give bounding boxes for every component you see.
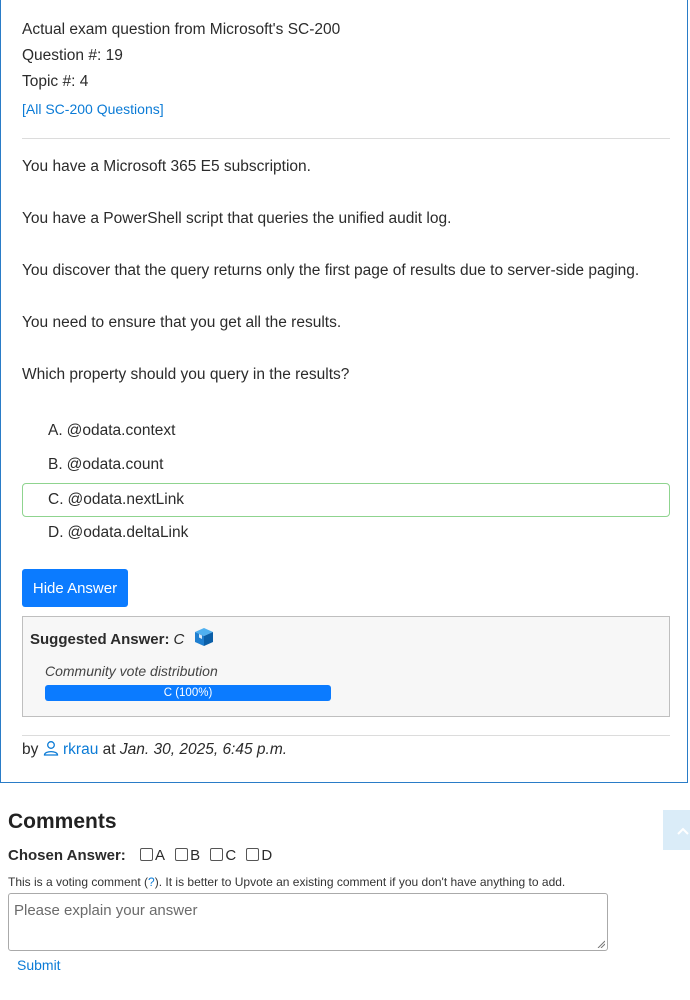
- comment-textarea[interactable]: Please explain your answer: [8, 893, 608, 951]
- suggested-answer: Suggested Answer: C: [30, 627, 214, 651]
- footer-divider: [22, 735, 670, 736]
- cube-icon[interactable]: [194, 627, 214, 651]
- voting-help-link[interactable]: ?: [148, 875, 155, 889]
- choice-letter: A.: [48, 422, 63, 439]
- hide-answer-button[interactable]: Hide Answer: [22, 569, 128, 607]
- choice-text: @odata.deltaLink: [67, 524, 189, 541]
- choice-d[interactable]: D. @odata.deltaLink: [22, 516, 670, 550]
- vote-distribution-bar: C (100%): [45, 685, 331, 701]
- author-username-link[interactable]: rkrau: [63, 741, 98, 758]
- post-date: Jan. 30, 2025, 6:45 p.m.: [119, 741, 288, 758]
- choice-text: @odata.count: [66, 456, 164, 473]
- chosen-answer-row: Chosen Answer: A B C D: [8, 847, 276, 864]
- option-label: B: [190, 847, 201, 864]
- chevron-up-icon: [677, 827, 689, 835]
- checkbox-b[interactable]: [175, 848, 189, 861]
- all-questions-link[interactable]: [All SC-200 Questions]: [22, 99, 164, 119]
- choice-letter: C.: [48, 491, 64, 508]
- question-paragraph: You have a PowerShell script that querie…: [22, 210, 452, 227]
- note-text: This is a voting comment (: [8, 875, 149, 889]
- user-icon[interactable]: [43, 741, 63, 758]
- vote-distribution-title: Community vote distribution: [45, 663, 218, 679]
- by-text: by: [22, 741, 39, 758]
- chosen-option-c[interactable]: C: [208, 847, 236, 864]
- author-line: by rkrau at Jan. 30, 2025, 6:45 p.m.: [22, 740, 287, 760]
- choice-text: @odata.context: [66, 422, 176, 439]
- suggested-answer-value: C: [173, 631, 185, 648]
- topic-number: Topic #: 4: [22, 73, 89, 90]
- choice-a[interactable]: A. @odata.context: [22, 414, 670, 448]
- suggested-answer-label: Suggested Answer:: [30, 631, 170, 648]
- checkbox-d[interactable]: [246, 848, 260, 861]
- voting-note: This is a voting comment (?). It is bett…: [8, 875, 565, 889]
- choice-text: @odata.nextLink: [67, 491, 185, 508]
- question-paragraph: You need to ensure that you get all the …: [22, 314, 342, 331]
- header-divider: [22, 138, 670, 139]
- choice-letter: B.: [48, 456, 63, 473]
- question-paragraph: You discover that the query returns only…: [22, 262, 640, 279]
- suggested-answer-box: Suggested Answer: C Community vote distri…: [22, 616, 670, 717]
- scroll-to-top-button[interactable]: [663, 810, 690, 850]
- chosen-option-a[interactable]: A: [138, 847, 165, 864]
- at-text: at: [102, 741, 116, 758]
- chosen-option-d[interactable]: D: [244, 847, 272, 864]
- vote-bar-fill: C (100%): [45, 685, 331, 701]
- option-label: C: [225, 847, 237, 864]
- comments-heading: Comments: [8, 810, 117, 833]
- comment-placeholder: Please explain your answer: [14, 902, 198, 919]
- option-label: A: [154, 847, 165, 864]
- resize-handle-icon[interactable]: [597, 940, 605, 948]
- question-paragraph: You have a Microsoft 365 E5 subscription…: [22, 158, 311, 175]
- checkbox-c[interactable]: [210, 848, 224, 861]
- submit-button[interactable]: Submit: [17, 957, 61, 973]
- chosen-option-b[interactable]: B: [173, 847, 200, 864]
- option-label: D: [261, 847, 273, 864]
- note-text: ). It is better to Upvote an existing co…: [154, 875, 566, 889]
- question-number: Question #: 19: [22, 47, 123, 64]
- question-card: Actual exam question from Microsoft's SC…: [0, 0, 688, 783]
- checkbox-a[interactable]: [139, 848, 153, 861]
- choice-c-correct[interactable]: C. @odata.nextLink: [22, 483, 670, 517]
- choice-letter: D.: [48, 524, 64, 541]
- choice-b[interactable]: B. @odata.count: [22, 448, 670, 482]
- chosen-answer-label: Chosen Answer:: [8, 847, 126, 864]
- question-paragraph: Which property should you query in the r…: [22, 366, 350, 383]
- exam-title: Actual exam question from Microsoft's SC…: [22, 21, 341, 38]
